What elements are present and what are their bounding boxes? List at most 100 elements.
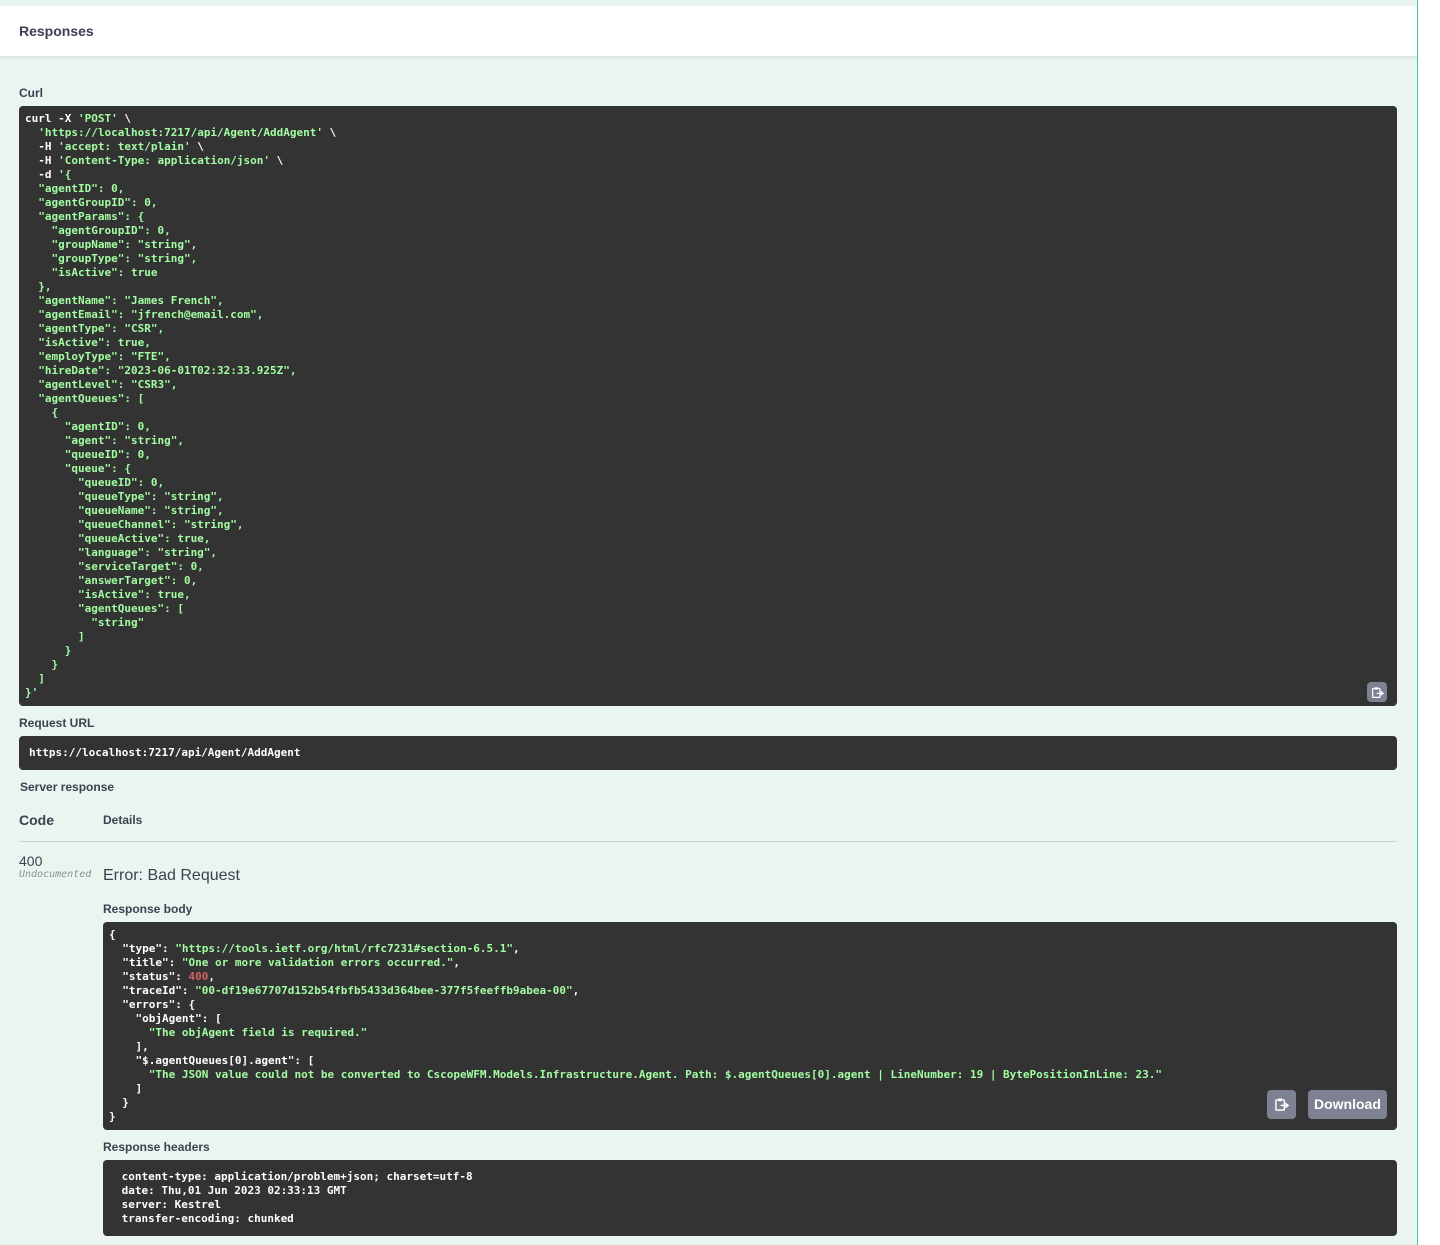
curl-code-token: 'accept: text/plain': [58, 140, 191, 153]
curl-code-token: "isActive": true,: [25, 336, 151, 349]
response-body-token: "The JSON value could not be converted t…: [148, 1068, 1163, 1081]
download-button[interactable]: Download: [1308, 1090, 1387, 1119]
request-url-value: https://localhost:7217/api/Agent/AddAgen…: [29, 746, 301, 759]
curl-command-text: curl -X 'POST' \ 'https://localhost:7217…: [25, 112, 1391, 700]
request-url-label: Request URL: [19, 716, 95, 730]
curl-code-token: "employType": "FTE",: [25, 350, 171, 363]
response-header-line: transfer-encoding: chunked: [115, 1212, 301, 1225]
response-headers-text: content-type: application/problem+json; …: [115, 1170, 1385, 1226]
response-headers-label: Response headers: [103, 1140, 210, 1154]
curl-code-token: "queueID": 0,: [25, 476, 165, 489]
response-copy-button[interactable]: [1267, 1090, 1296, 1119]
responses-header: Responses: [0, 6, 1417, 57]
curl-code-token: "string": [25, 616, 145, 629]
curl-code-token: "agentQueues": [: [25, 602, 184, 615]
response-status-code: 400: [19, 853, 43, 869]
curl-code-token: "agentLevel": "CSR3",: [25, 378, 178, 391]
curl-code-token: "queueChannel": "string",: [25, 518, 244, 531]
response-error-title: Error: Bad Request: [103, 867, 240, 884]
curl-code-token: "isActive": true,: [25, 588, 191, 601]
curl-code-token: -H: [25, 154, 59, 167]
curl-code-token: "agentParams": {: [25, 210, 145, 223]
response-body-label: Response body: [103, 902, 193, 916]
curl-code-token: "agentName": "James French",: [25, 294, 224, 307]
code-column-header: Code: [19, 812, 54, 828]
curl-code-token: 'Content-Type: application/json': [58, 154, 271, 167]
curl-code-token: "answerTarget": 0,: [25, 574, 198, 587]
curl-code-token: -H: [25, 140, 59, 153]
curl-code-token: "queueType": "string",: [25, 490, 224, 503]
curl-code-token: "agentQueues": [: [25, 392, 145, 405]
curl-code-token: -d: [25, 168, 59, 181]
response-headers-box[interactable]: content-type: application/problem+json; …: [103, 1160, 1397, 1236]
response-body-token: "The objAgent field is required.": [148, 1026, 368, 1039]
response-body-token: [109, 1068, 149, 1081]
curl-code-token: "queueActive": true,: [25, 532, 211, 545]
curl-code-token: "agentGroupID": 0,: [25, 224, 171, 237]
response-body-token: {: [109, 928, 116, 941]
response-body-token: "https://tools.ietf.org/html/rfc7231#sec…: [175, 942, 513, 955]
curl-code-token: }': [25, 686, 39, 699]
curl-code-token: "agentEmail": "jfrench@email.com",: [25, 308, 264, 321]
response-body-token: "$.agentQueues[0].agent": [: [109, 1054, 315, 1067]
response-body-token: }: [109, 1096, 129, 1109]
curl-code-token: ]: [25, 672, 45, 685]
response-body-token: "One or more validation errors occurred.…: [181, 956, 454, 969]
request-url-box[interactable]: https://localhost:7217/api/Agent/AddAgen…: [19, 736, 1397, 770]
response-body-text: { "type": "https://tools.ietf.org/html/r…: [109, 928, 1391, 1124]
curl-code-token: "agentGroupID": 0,: [25, 196, 158, 209]
response-body-token: "status":: [109, 970, 189, 983]
response-body-token: "type":: [109, 942, 176, 955]
curl-copy-button[interactable]: [1367, 682, 1387, 702]
response-body-box[interactable]: { "type": "https://tools.ietf.org/html/r…: [103, 922, 1397, 1130]
response-undocumented-flag: Undocumented: [19, 869, 92, 880]
response-body-token: 400: [188, 970, 209, 983]
curl-code-token: "groupType": "string",: [25, 252, 198, 265]
clipboard-copy-icon: [1371, 686, 1384, 698]
curl-code-token: \: [117, 112, 131, 125]
response-body-token: }: [109, 1110, 116, 1123]
curl-code-token: ]: [25, 630, 85, 643]
response-body-token: [109, 1026, 149, 1039]
curl-code-token: \: [270, 154, 284, 167]
curl-code-token: "queueID": 0,: [25, 448, 151, 461]
curl-code-token: \: [190, 140, 204, 153]
curl-code-token: 'POST': [77, 112, 118, 125]
response-body-token: "title":: [109, 956, 182, 969]
response-body-token: ,: [208, 970, 215, 983]
response-body-token: "objAgent": [: [109, 1012, 222, 1025]
curl-code-token: "agentType": "CSR",: [25, 322, 165, 335]
response-body-token: "traceId":: [109, 984, 196, 997]
curl-code-token: "queueName": "string",: [25, 504, 224, 517]
response-body-token: "errors": {: [109, 998, 196, 1011]
table-divider: [19, 841, 1397, 842]
response-body-token: ,: [572, 984, 580, 997]
curl-label: Curl: [19, 86, 43, 100]
curl-code-token: "queue": {: [25, 462, 131, 475]
curl-code-token: "hireDate": "2023-06-01T02:32:33.925Z",: [25, 364, 297, 377]
curl-code-token: },: [25, 280, 52, 293]
response-body-token: ,: [453, 956, 461, 969]
response-header-line: date: Thu,01 Jun 2023 02:33:13 GMT: [115, 1184, 354, 1197]
response-header-line: content-type: application/problem+json; …: [115, 1170, 480, 1183]
curl-code-token: "agentID": 0,: [25, 182, 125, 195]
curl-code-token: "groupName": "string",: [25, 238, 198, 251]
curl-code-token: curl -X: [25, 112, 78, 125]
curl-code-token: 'https://localhost:7217/api/Agent/AddAge…: [38, 126, 324, 139]
curl-code-token: [25, 126, 38, 139]
curl-code-token: "language": "string",: [25, 546, 218, 559]
server-response-label: Server response: [20, 780, 115, 794]
response-body-token: "00-df19e67707d152b54fbfb5433d364bee-377…: [195, 984, 573, 997]
curl-code-token: "serviceTarget": 0,: [25, 560, 204, 573]
response-body-token: ]: [109, 1082, 143, 1095]
curl-code-token: }: [25, 644, 72, 657]
clipboard-copy-icon: [1275, 1098, 1289, 1111]
curl-code-token: }: [25, 658, 59, 671]
responses-title: Responses: [19, 23, 94, 39]
curl-code-token: "agent": "string",: [25, 434, 184, 447]
curl-command-box[interactable]: curl -X 'POST' \ 'https://localhost:7217…: [19, 106, 1397, 706]
details-column-header: Details: [103, 813, 143, 827]
response-body-token: ],: [109, 1040, 149, 1053]
response-body-token: ,: [513, 942, 520, 955]
curl-code-token: {: [25, 406, 59, 419]
